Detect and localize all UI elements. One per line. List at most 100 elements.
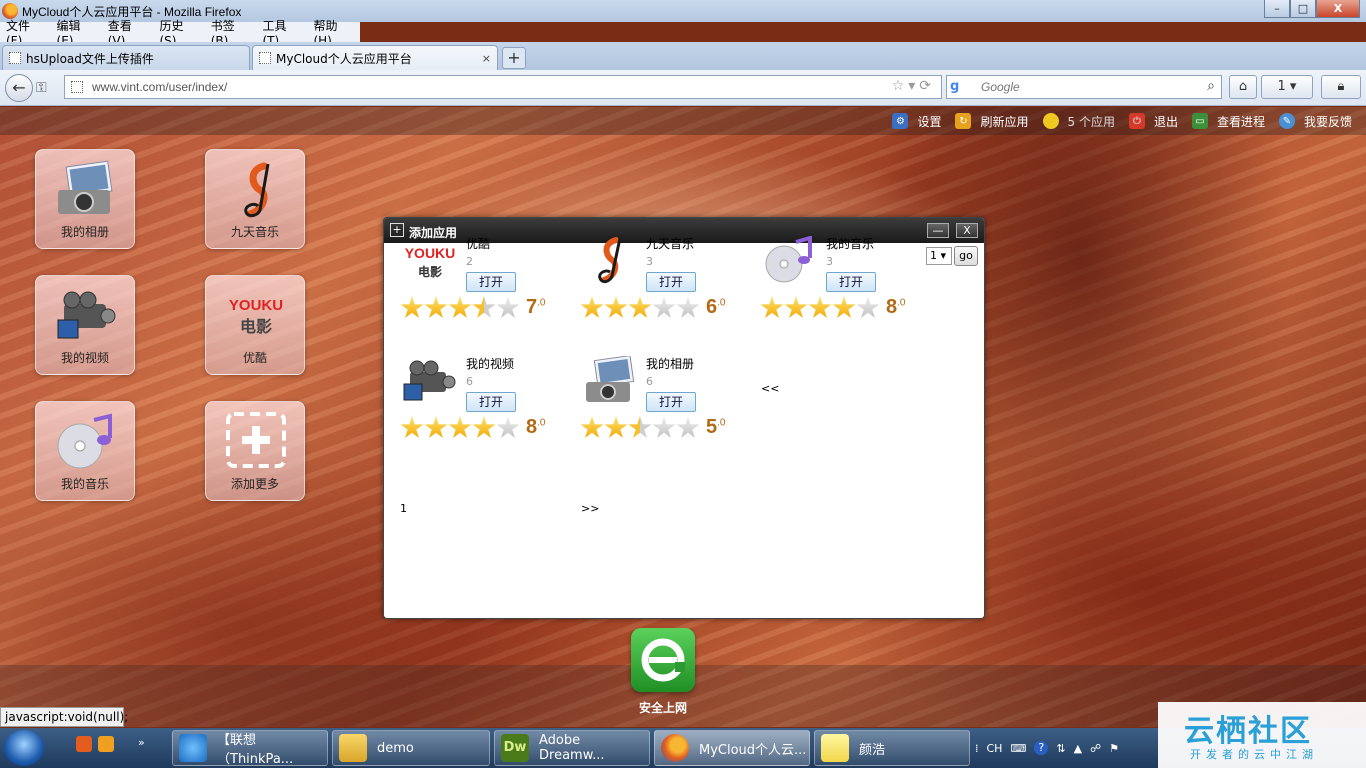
open-button[interactable]: 打开 — [466, 392, 516, 412]
star-icon — [604, 296, 628, 318]
page-select[interactable]: 1 ▾ — [926, 247, 952, 265]
back-button[interactable]: ← — [5, 74, 33, 102]
app-card-my-photos: 我的相册 6 打开 5.0 — [564, 338, 734, 448]
taskbar-item-demo[interactable]: demo — [332, 730, 490, 766]
close-window-button[interactable]: X — [1316, 0, 1360, 18]
camera-photo-icon — [58, 160, 113, 214]
app-count-link[interactable]: 5 个应用 — [1042, 113, 1115, 130]
minimize-button[interactable]: – — [1264, 0, 1290, 18]
star-icon — [628, 296, 652, 318]
tab-close-icon[interactable]: × — [482, 52, 491, 65]
star-icon — [832, 296, 856, 318]
app-count: 6 — [646, 375, 653, 388]
desktop-icon-youku[interactable]: YOUKU 电影 优酷 — [205, 275, 305, 375]
settings-link[interactable]: ⚙ 设置 — [892, 113, 941, 130]
keyboard-icon[interactable]: ⌨ — [1010, 742, 1026, 755]
gear-icon: ⚙ — [892, 113, 909, 129]
dock-app-label: 安全上网 — [638, 701, 687, 715]
dialog-minimize-button[interactable]: — — [927, 223, 949, 238]
language-indicator[interactable]: CH — [987, 742, 1003, 755]
page-number[interactable]: 1 — [400, 502, 407, 515]
firefox-quicklaunch-icon[interactable] — [76, 736, 92, 752]
desktop-icon-videos[interactable]: 我的视频 — [35, 275, 135, 375]
flag-icon[interactable]: ⚑ — [1109, 742, 1119, 755]
new-tab-button[interactable]: + — [502, 47, 526, 69]
bookmark-count: 1 — [1277, 79, 1286, 94]
star-icon — [652, 416, 676, 438]
watermark-subtitle: 开发者的云中江湖 — [1190, 748, 1318, 761]
folder-quicklaunch-icon[interactable] — [98, 736, 114, 752]
feedback-link[interactable]: ✎ 我要反馈 — [1278, 113, 1352, 130]
taskbar-item-dreamweaver[interactable]: Dw Adobe Dreamw... — [494, 730, 650, 766]
more-quicklaunch-icon[interactable]: » — [138, 736, 154, 752]
dialog-close-button[interactable]: X — [956, 223, 978, 238]
app-score: 5.0 — [706, 416, 726, 438]
go-button[interactable]: go — [954, 246, 978, 266]
url-text[interactable]: www.vint.com/user/index/ — [92, 80, 227, 94]
rating-stars — [400, 416, 520, 440]
logout-link[interactable]: ⏻ 退出 — [1128, 113, 1178, 130]
tab-hsupload[interactable]: hsUpload文件上传插件 — [2, 45, 250, 70]
search-input[interactable]: g Google ⌕ — [946, 75, 1222, 99]
desktop-icon-my-music[interactable]: 我的音乐 — [35, 401, 135, 501]
page-icon — [259, 52, 271, 64]
key-icon[interactable]: ⚿ — [36, 80, 47, 96]
home-button[interactable]: ⌂ — [1229, 75, 1257, 99]
taskbar-label: 【联想（ThinkPa... — [217, 733, 294, 767]
open-button[interactable]: 打开 — [646, 272, 696, 292]
taskbar-item-ie[interactable]: 【联想（ThinkPa... — [172, 730, 328, 767]
open-button[interactable]: 打开 — [466, 272, 516, 292]
tray-arrows-icon[interactable]: ⇅ — [1056, 742, 1065, 755]
page-icon — [71, 81, 83, 93]
taskbar-label: 颜浩 — [859, 742, 886, 758]
network-icon[interactable]: ☍ — [1090, 742, 1101, 755]
sticky-note-icon — [821, 734, 849, 762]
star-icon — [424, 296, 448, 318]
bookmark-star-icon[interactable]: ☆▾⟳ — [892, 78, 935, 94]
youku-icon: YOUKU 电影 — [229, 297, 283, 336]
tab-mycloud[interactable]: MyCloud个人云应用平台 × — [252, 45, 498, 70]
system-tray: ⁞ CH ⌨ ? ⇅ ▲ ☍ ⚑ — [975, 728, 1127, 768]
google-icon[interactable]: g — [950, 79, 966, 95]
refresh-apps-link[interactable]: ↻ 刷新应用 — [955, 113, 1029, 130]
star-icon — [652, 296, 676, 318]
lock-button[interactable]: 🔒︎ — [1321, 75, 1361, 99]
prev-page-link[interactable]: << — [761, 382, 779, 395]
folder-icon — [339, 734, 367, 762]
svg-text:YOUKU: YOUKU — [229, 297, 283, 314]
tab-label: MyCloud个人云应用平台 — [276, 51, 412, 66]
start-button[interactable] — [4, 730, 44, 766]
rating-stars — [580, 296, 700, 320]
star-icon — [448, 416, 472, 438]
open-button[interactable]: 打开 — [826, 272, 876, 292]
app-count-label: 5 个应用 — [1067, 114, 1115, 129]
open-button[interactable]: 打开 — [646, 392, 696, 412]
desktop-icon-jiutian-music[interactable]: 九天音乐 — [205, 149, 305, 249]
watermark-title: 云栖社区 — [1184, 714, 1312, 749]
desktop-icon-add-more[interactable]: 添加更多 — [205, 401, 305, 501]
music-note-icon — [598, 237, 622, 284]
taskbar-item-notes[interactable]: 颜浩 — [814, 730, 970, 766]
taskbar-item-firefox[interactable]: MyCloud个人云... — [654, 730, 810, 766]
tab-bar: hsUpload文件上传插件 MyCloud个人云应用平台 × + — [0, 42, 1366, 70]
search-icon[interactable]: ⌕ — [1207, 78, 1215, 94]
maximize-button[interactable]: □ — [1290, 0, 1316, 18]
url-bar[interactable]: www.vint.com/user/index/ ☆▾⟳ — [64, 75, 942, 99]
star-icon — [784, 296, 808, 318]
next-page-link[interactable]: >> — [581, 502, 599, 515]
process-link[interactable]: ▭ 查看进程 — [1191, 113, 1265, 130]
refresh-icon: ↻ — [955, 113, 972, 129]
page-icon — [9, 52, 21, 64]
bookmarks-menu-button[interactable]: 1 ▾ — [1261, 75, 1313, 99]
music-note-icon — [244, 162, 270, 218]
safe-browsing-dock-app[interactable] — [631, 628, 695, 692]
desktop-icon-photos[interactable]: 我的相册 — [35, 149, 135, 249]
top-links: ⚙ 设置 ↻ 刷新应用 5 个应用 ⏻ 退出 ▭ 查看进程 ✎ 我要反馈 — [878, 107, 1352, 135]
app-name: 优酷 — [466, 237, 491, 251]
help-icon[interactable]: ? — [1034, 741, 1049, 755]
rating-stars — [580, 416, 700, 440]
app-card-my-videos: 我的视频 6 打开 8.0 — [384, 338, 554, 448]
app-name: 九天音乐 — [646, 237, 695, 251]
show-hidden-icon[interactable]: ▲ — [1074, 742, 1082, 755]
desktop-icon-label: 添加更多 — [230, 477, 279, 491]
